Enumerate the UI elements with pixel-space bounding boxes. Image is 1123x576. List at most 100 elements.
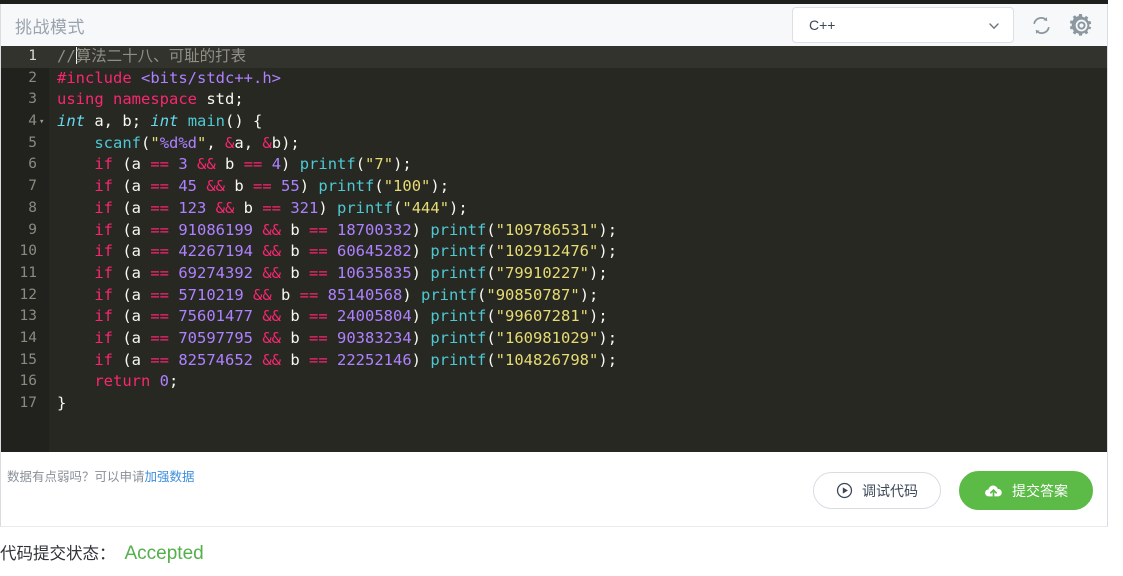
code-editor[interactable]: 1 //算法二十八、可耻的打表 2 #include <bits/stdc++.… [0,46,1108,452]
code-line[interactable]: 9 if (a == 91086199 && b == 18700332) pr… [1,220,1107,242]
cond-a: 91086199 [178,220,253,239]
data-strength-hint: 数据有点弱吗？可以申请加强数据 [7,466,195,485]
cond-out: 79910227 [505,263,580,282]
line-number: 13 [19,308,37,325]
line-number: 8 [28,199,37,216]
cond-a: 69274392 [178,263,253,282]
code-line[interactable]: 14 if (a == 70597795 && b == 90383234) p… [1,328,1107,350]
line-content: #include <bits/stdc++.h> [57,68,281,87]
line-number: 7 [28,178,37,195]
code-line[interactable]: 3 using namespace std; [1,89,1107,111]
code-line[interactable]: 6 if (a == 3 && b == 4) printf("7"); [1,154,1107,176]
line-content: if (a == 3 && b == 4) printf("7"); [94,155,412,174]
cond-a: 3 [178,155,188,174]
submission-status-label: 代码提交状态： [0,545,116,563]
debug-code-button[interactable]: 调试代码 [813,472,941,509]
gear-icon[interactable] [1068,12,1094,38]
cond-a: 5710219 [178,285,244,304]
cond-a: 123 [178,198,207,217]
code-line[interactable]: 11 if (a == 69274392 && b == 10635835) p… [1,263,1107,285]
line-number: 11 [19,264,37,281]
line-content: int a, b; int main() { [57,112,263,131]
editor-header: 挑战模式 C++ [0,4,1108,46]
line-number: 10 [19,243,37,260]
cond-a: 70597795 [178,328,253,347]
code-line[interactable]: 2 #include <bits/stdc++.h> [1,68,1107,90]
code-line[interactable]: 15 if (a == 82574652 && b == 22252146) p… [1,350,1107,372]
code-line[interactable]: 5 scanf("%d%d", &a, &b); [1,133,1107,155]
code-line[interactable]: 4 ▾ int a, b; int main() { [1,111,1107,133]
line-content: using namespace std; [57,90,244,109]
line-number: 5 [28,134,37,151]
fold-arrow-icon[interactable]: ▾ [39,111,47,134]
line-content: if (a == 70597795 && b == 90383234) prin… [94,328,618,347]
cloud-upload-icon [984,482,1003,500]
cond-a: 45 [178,177,198,196]
line-number: 12 [19,286,37,303]
line-content: scanf("%d%d", &a, &b); [94,133,300,152]
cond-b: 85140568 [327,285,403,304]
code-line[interactable]: 7 if (a == 45 && b == 55) printf("100"); [1,176,1107,198]
code-line[interactable]: 13 if (a == 75601477 && b == 24005804) p… [1,306,1107,328]
cond-b: 321 [290,198,319,217]
cond-out: 109786531 [505,220,590,239]
submit-answer-label: 提交答案 [1012,482,1068,499]
code-line[interactable]: 8 if (a == 123 && b == 321) printf("444"… [1,198,1107,220]
cond-b: 22252146 [337,350,412,369]
action-bar: 数据有点弱吗？可以申请加强数据 调试代码 提交答案 [0,452,1108,527]
code-line[interactable]: 16 return 0; [1,371,1107,393]
language-select[interactable]: C++ [792,7,1014,43]
line-content: } [57,394,67,412]
line-content: if (a == 123 && b == 321) printf("444"); [94,198,468,217]
cond-b: 90383234 [337,328,412,347]
line-content: if (a == 82574652 && b == 22252146) prin… [94,350,618,369]
cond-b: 24005804 [337,307,412,326]
cond-out: 90850787 [495,285,571,304]
line-number: 2 [28,69,37,86]
cond-out: 104826798 [505,350,590,369]
cond-a: 75601477 [178,307,253,326]
line-number: 16 [19,373,37,390]
line-content: if (a == 91086199 && b == 18700332) prin… [94,220,618,239]
header-controls: C++ [792,7,1094,43]
submission-status: 代码提交状态： Accepted [0,540,204,565]
language-select-value: C++ [809,17,836,33]
line-number: 15 [19,351,37,368]
line-number: 1 [28,48,37,64]
debug-code-label: 调试代码 [862,482,918,499]
refresh-icon[interactable] [1028,12,1054,38]
line-number: 17 [19,395,37,411]
line-content: if (a == 75601477 && b == 24005804) prin… [94,307,608,326]
cond-b: 18700332 [337,220,412,239]
chevron-down-icon [988,19,1000,31]
cond-b: 55 [281,177,300,196]
cond-b: 4 [271,155,282,174]
line-number: 9 [28,221,37,238]
cond-a: 82574652 [178,350,253,369]
line-content: if (a == 5710219 && b == 85140568) print… [94,285,599,304]
code-line[interactable]: 12 if (a == 5710219 && b == 85140568) pr… [1,285,1107,307]
cond-out: 100 [393,177,422,196]
code-line[interactable]: 1 //算法二十八、可耻的打表 [1,46,1107,68]
line-content: return 0; [94,372,179,391]
line-number: 14 [19,329,37,346]
code-line[interactable]: 17 } [1,393,1107,415]
cond-out: 444 [411,198,440,217]
cond-b: 10635835 [337,263,412,282]
status-badge: Accepted [124,543,204,564]
strengthen-data-link[interactable]: 加强数据 [145,470,195,484]
line-content: if (a == 42267194 && b == 60645282) prin… [94,242,618,261]
play-circle-icon [836,482,853,499]
line-number: 3 [28,91,37,108]
code-line[interactable]: 10 if (a == 42267194 && b == 60645282) p… [1,241,1107,263]
editor-lines: 1 //算法二十八、可耻的打表 2 #include <bits/stdc++.… [1,46,1107,415]
challenge-mode-page: 挑战模式 C++ 1 //算法二十八、可耻的打表 2 #include <bit… [0,0,1123,576]
cond-out: 102912476 [505,242,590,261]
submit-answer-button[interactable]: 提交答案 [959,471,1093,510]
cond-out: 160981029 [505,328,590,347]
line-content: if (a == 69274392 && b == 10635835) prin… [94,263,608,282]
cond-a: 42267194 [178,242,253,261]
line-content: //算法二十八、可耻的打表 [57,47,247,65]
line-number: 4 [28,113,37,130]
cond-out: 7 [374,155,384,174]
